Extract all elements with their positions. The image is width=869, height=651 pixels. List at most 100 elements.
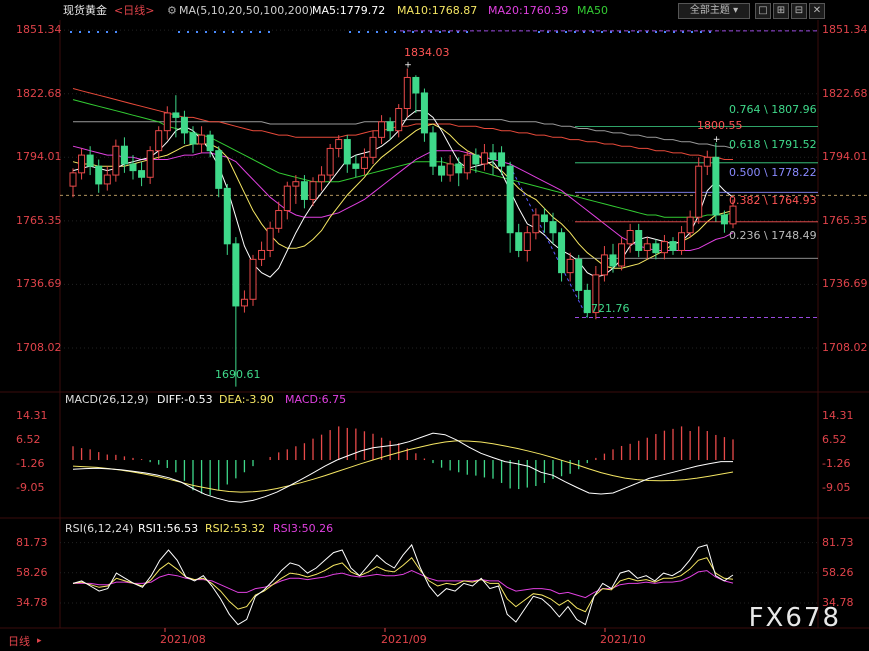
theme-dropdown-label: 全部主题 — [689, 5, 730, 16]
time-label-sep: 2021/09 — [381, 633, 427, 646]
candle-body — [566, 258, 574, 274]
moving-averages — [72, 88, 734, 278]
close-icon[interactable]: ✕ — [809, 3, 825, 19]
axis-tick-label: 58.26 — [16, 565, 48, 579]
candle-body — [129, 163, 137, 172]
candle-body — [420, 92, 428, 134]
candle-body — [652, 243, 660, 254]
event-marker — [664, 31, 666, 33]
add-icon[interactable]: ⊞ — [773, 3, 789, 19]
event-marker — [376, 31, 378, 33]
event-marker — [412, 31, 414, 33]
candle-body — [232, 243, 240, 307]
candle-body — [532, 214, 540, 234]
event-marker — [250, 31, 252, 33]
ma5-line — [72, 110, 734, 278]
axis-tick-label: 81.73 — [822, 535, 854, 549]
axis-tick-label: 1851.34 — [822, 23, 868, 37]
event-marker — [385, 31, 387, 33]
candle-body — [489, 152, 497, 161]
restore-icon[interactable]: ⊟ — [791, 3, 807, 19]
ma10-line — [72, 123, 734, 269]
candle-body — [695, 165, 703, 218]
candle-body — [335, 139, 343, 149]
square-icon[interactable]: □ — [755, 3, 771, 19]
candle-body — [215, 150, 223, 189]
period-tab[interactable]: 日线 — [8, 635, 30, 648]
axis-tick-label: -1.26 — [822, 456, 851, 470]
candle-body — [506, 165, 514, 234]
low-label-2: 1721.76 — [584, 302, 630, 315]
ma10-value: MA10:1768.87 — [397, 4, 478, 17]
event-marker — [106, 31, 108, 33]
candle-body — [292, 181, 300, 187]
candle-body — [575, 258, 583, 291]
candle-body — [258, 249, 266, 260]
period-arrow-icon[interactable]: ▸ — [37, 635, 42, 648]
event-marker — [439, 31, 441, 33]
candle-body — [266, 227, 274, 251]
high-marker: + — [713, 135, 721, 145]
ma5-value: MA5:1779.72 — [312, 4, 386, 17]
candle-body — [463, 154, 471, 174]
theme-dropdown[interactable]: 全部主题 ▾ — [678, 3, 750, 19]
candle-body — [429, 132, 437, 167]
event-marker — [97, 31, 99, 33]
candle-body — [360, 156, 368, 169]
chart-header: 现货黄金 <日线> ⚙ MA(5,10,20,50,100,200) MA5:1… — [0, 0, 869, 20]
candle-body — [395, 108, 403, 132]
candle-body — [618, 243, 626, 267]
axis-tick-label: -1.26 — [16, 456, 45, 470]
axis-tick-label: 14.31 — [822, 409, 854, 423]
candle-body — [635, 230, 643, 251]
rsi-title: RSI(6,12,24) — [65, 522, 134, 535]
event-marker — [214, 31, 216, 33]
axis-tick-label: 1794.01 — [822, 150, 868, 164]
macd-dea-value: DEA:-3.90 — [219, 393, 274, 406]
axis-tick-label: 1822.68 — [16, 86, 62, 100]
candle-body — [643, 243, 651, 251]
axis-tick-label: 1765.35 — [16, 213, 62, 227]
axis-tick-label: 6.52 — [822, 433, 847, 447]
candle-body — [69, 172, 77, 187]
candle-body — [498, 152, 506, 167]
candle-body — [180, 116, 188, 134]
candle-body — [480, 152, 488, 165]
axis-tick-label: -9.05 — [822, 480, 851, 494]
event-marker — [88, 31, 90, 33]
rsi1-value: RSI1:56.53 — [138, 522, 199, 535]
candle-body — [318, 174, 326, 183]
candle-body — [300, 181, 308, 200]
candle-body — [112, 145, 120, 176]
ma20-line — [72, 145, 734, 251]
event-marker — [691, 31, 693, 33]
candle-body — [283, 185, 291, 212]
candle-body — [172, 112, 180, 118]
event-marker — [394, 31, 396, 33]
axis-tick-label: 1822.68 — [822, 86, 868, 100]
candle-body — [309, 181, 317, 200]
axis-tick-label: 34.78 — [16, 595, 48, 609]
macd-title: MACD(26,12,9) — [65, 393, 149, 406]
axis-tick-label: 1794.01 — [16, 150, 62, 164]
event-marker — [358, 31, 360, 33]
event-marker — [232, 31, 234, 33]
candle-body — [660, 241, 668, 254]
fib-382-label: 0.382 \ 1764.93 — [729, 194, 817, 207]
gear-icon[interactable]: ⚙ — [167, 4, 177, 17]
candle-body — [403, 76, 411, 110]
event-marker — [268, 31, 270, 33]
candle-body — [540, 214, 548, 223]
candle-body — [446, 163, 454, 176]
candle-body — [343, 139, 351, 165]
axis-tick-label: 81.73 — [16, 535, 48, 549]
candle-body — [275, 210, 283, 229]
axis-tick-label: 1736.69 — [16, 277, 62, 291]
candle-body — [120, 145, 128, 165]
candle-body — [609, 254, 617, 267]
axis-tick-label: 1708.02 — [822, 341, 868, 355]
period-label[interactable]: <日线> — [114, 4, 154, 17]
time-label-oct: 2021/10 — [600, 633, 646, 646]
rsi1-line — [72, 543, 734, 626]
ma50-value: MA50 — [577, 4, 609, 17]
